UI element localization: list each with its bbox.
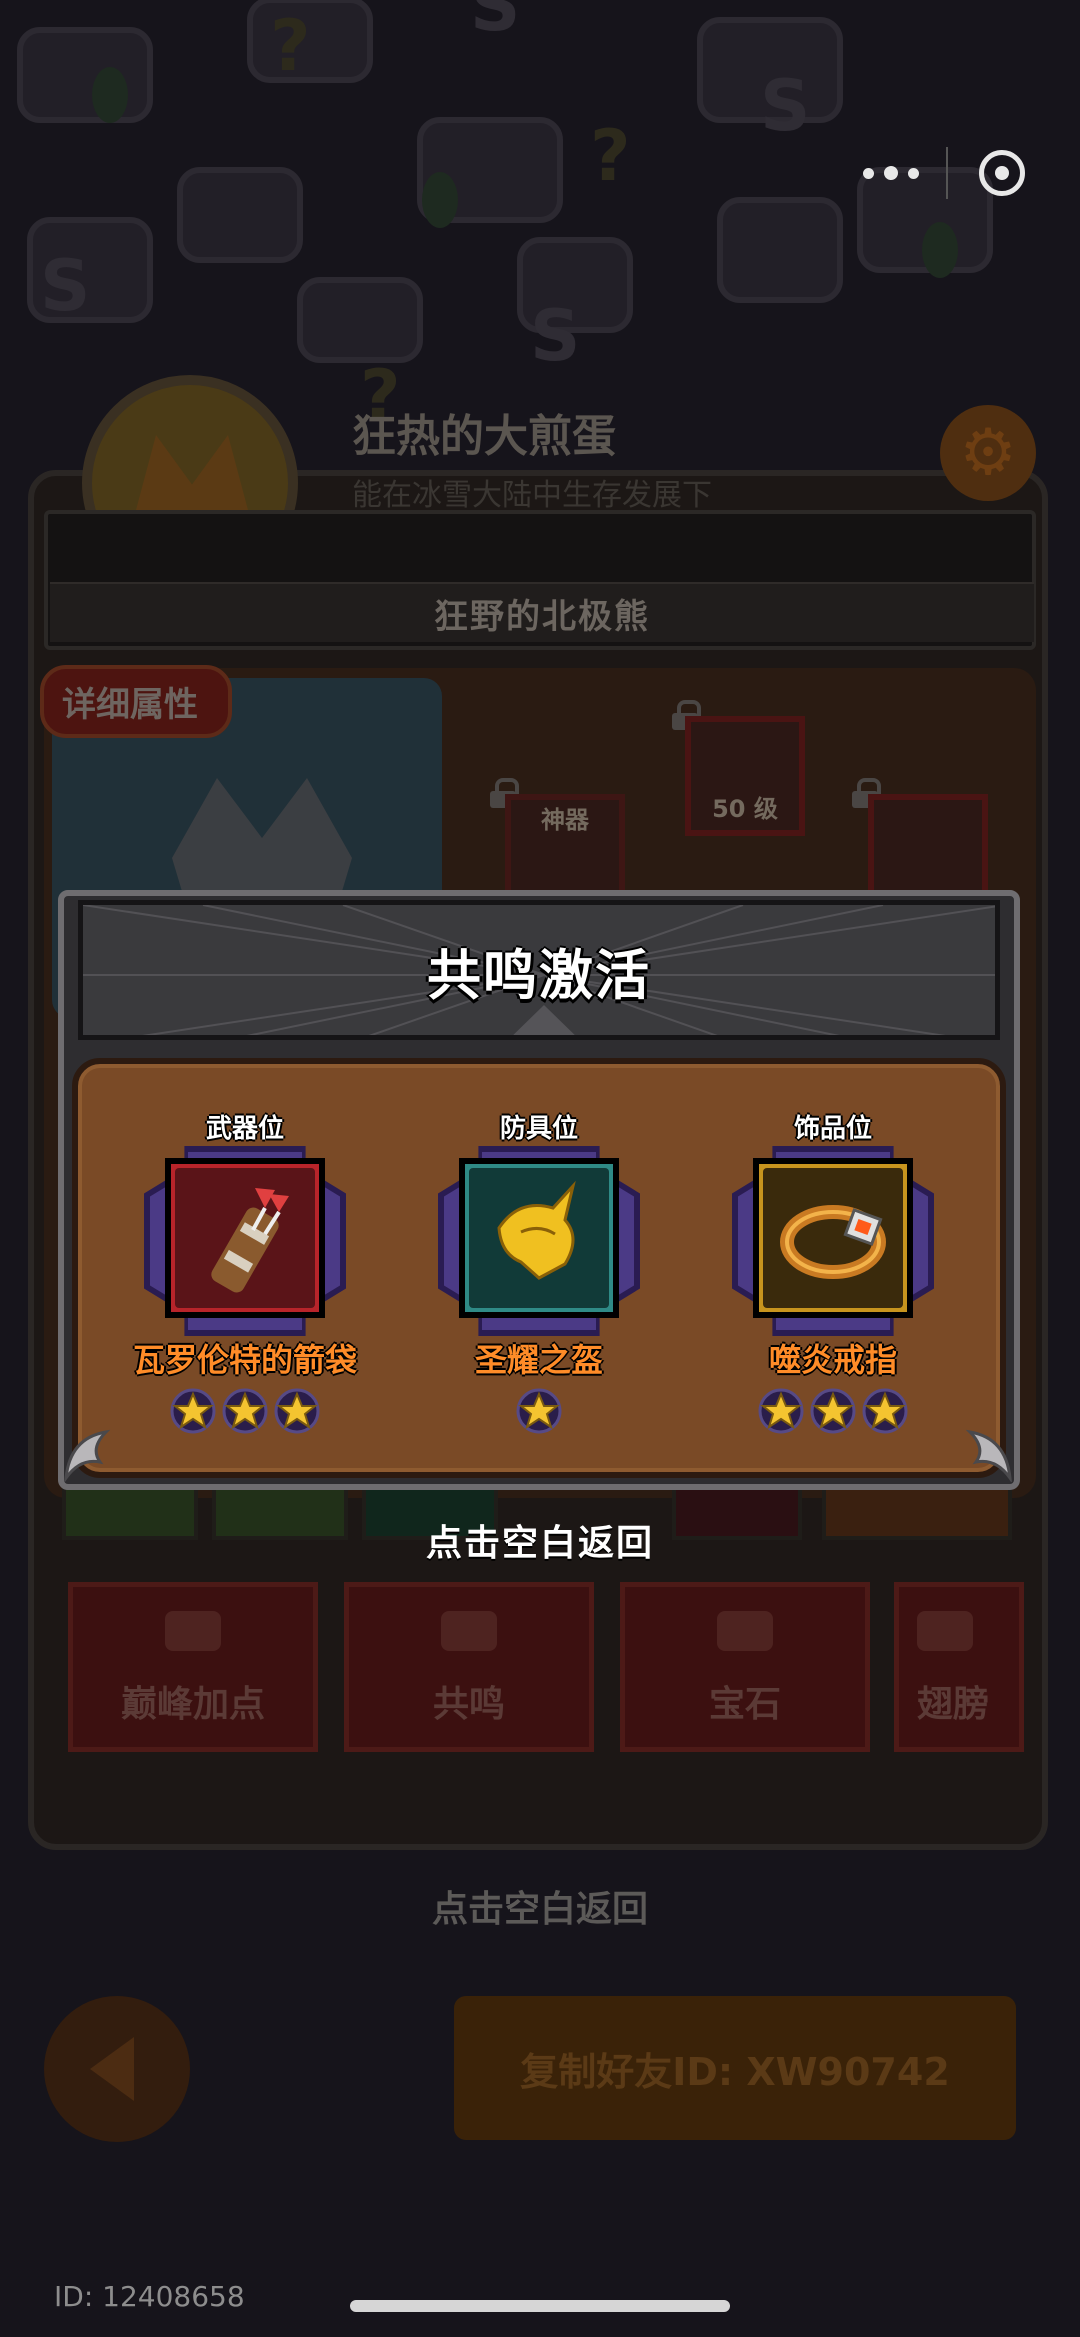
star-rating — [414, 1388, 664, 1434]
user-id: ID: 12408658 — [54, 2280, 245, 2313]
item-frame — [424, 1146, 654, 1336]
gem-icon — [717, 1611, 773, 1651]
star-icon — [758, 1388, 804, 1434]
player-subtitle: 能在冰雪大陆中生存发展下 — [352, 478, 712, 513]
equipment-slot[interactable]: 50 级 — [685, 716, 805, 836]
star-rating — [120, 1388, 370, 1434]
feature-wings-button[interactable]: 翅膀 — [894, 1582, 1024, 1752]
slot-label: 饰品位 — [793, 1114, 872, 1144]
wings-icon — [917, 1611, 973, 1651]
underlay-close-hint: 点击空白返回 — [431, 1889, 648, 1930]
feature-peak-points-button[interactable]: 巅峰加点 — [68, 1582, 318, 1752]
item-name: 噬炎戒指 — [768, 1341, 897, 1379]
slot-level: 50 级 — [712, 795, 778, 823]
item-frame — [718, 1146, 948, 1336]
slot-label: 防具位 — [499, 1114, 578, 1144]
armor-slot[interactable]: 防具位 圣耀之盔 — [414, 1112, 664, 1434]
item-frame — [130, 1146, 360, 1336]
close-hint[interactable]: 点击空白返回 — [0, 1514, 1080, 1566]
quiver-icon — [175, 1168, 315, 1308]
feature-label: 共鸣 — [432, 1684, 505, 1725]
home-indicator[interactable] — [350, 2300, 730, 2312]
item-name: 瓦罗伦特的箭袋 — [132, 1341, 357, 1379]
player-name: 狂热的大煎蛋 — [352, 411, 616, 462]
star-icon — [862, 1388, 908, 1434]
weapon-slot[interactable]: 武器位 瓦罗伦特的箭袋 — [120, 1112, 370, 1434]
star-icon — [170, 1388, 216, 1434]
title-banner: 狂野的北极熊 — [44, 510, 1036, 650]
feature-label: 翅膀 — [917, 1684, 990, 1725]
gear-icon[interactable]: ⚙ — [940, 405, 1036, 501]
slot-tag: 神器 — [541, 806, 589, 834]
feature-gem-button[interactable]: 宝石 — [620, 1582, 870, 1752]
title-name: 狂野的北极熊 — [50, 582, 1034, 642]
back-button[interactable] — [44, 1996, 190, 2142]
slot-label: 武器位 — [205, 1114, 284, 1144]
star-icon — [516, 1388, 562, 1434]
accessory-slot[interactable]: 饰品位 噬炎戒指 — [708, 1112, 958, 1434]
star-icon — [810, 1388, 856, 1434]
modal-title: 共鸣激活 — [427, 943, 651, 1007]
upgrade-icon — [165, 1611, 221, 1651]
detail-attributes-tab[interactable]: 详细属性 — [40, 665, 232, 738]
copy-friend-id-button[interactable]: 复制好友ID: XW90742 — [454, 1996, 1016, 2140]
star-rating — [708, 1388, 958, 1434]
feature-label: 宝石 — [708, 1684, 781, 1725]
resonance-modal: 共鸣激活 武器位 瓦罗伦特的箭袋 防具位 圣耀之盔 饰品位 噬炎戒指 — [58, 850, 1020, 1490]
item-name: 圣耀之盔 — [474, 1341, 603, 1379]
modal-header: 共鸣激活 — [78, 900, 1000, 1040]
star-icon — [222, 1388, 268, 1434]
star-icon — [274, 1388, 320, 1434]
golden-helmet-icon — [469, 1168, 609, 1308]
flame-ring-icon — [763, 1168, 903, 1308]
resonance-icon — [441, 1611, 497, 1651]
back-arrow-icon — [90, 2037, 134, 2101]
feature-resonance-button[interactable]: 共鸣 — [344, 1582, 594, 1752]
feature-label: 巅峰加点 — [120, 1684, 265, 1725]
